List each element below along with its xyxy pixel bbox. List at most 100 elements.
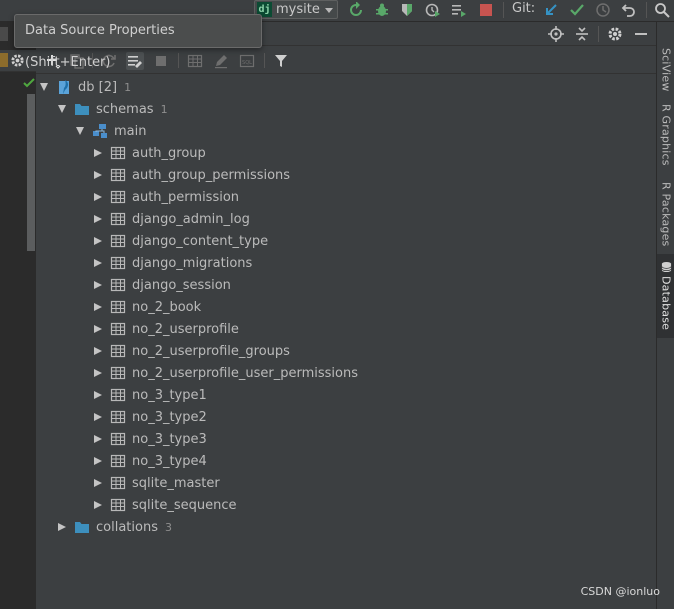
tooltip: Data Source Properties (Shift+Enter)	[14, 14, 262, 70]
tab-sciview[interactable]: SciView	[657, 44, 674, 96]
collapse-arrow-icon[interactable]	[94, 171, 102, 179]
collapse-arrow-icon[interactable]	[94, 347, 102, 355]
tree-node-table[interactable]: no_2_book	[94, 296, 201, 318]
collapse-arrow-icon[interactable]	[94, 479, 102, 487]
tree-node-table[interactable]: auth_group	[94, 142, 206, 164]
tree-node-table[interactable]: auth_group_permissions	[94, 164, 290, 186]
table-icon	[110, 212, 126, 226]
tree-node-table[interactable]: django_admin_log	[94, 208, 250, 230]
collapse-arrow-icon[interactable]	[94, 325, 102, 333]
table-icon	[110, 366, 126, 380]
tab-database[interactable]: Database	[657, 254, 674, 338]
collapse-arrow-icon[interactable]	[94, 369, 102, 377]
tree-node-table[interactable]: no_3_type3	[94, 428, 207, 450]
tree-node-table[interactable]: no_2_userprofile	[94, 318, 239, 340]
search-icon[interactable]	[654, 2, 670, 18]
data-source-properties-icon[interactable]	[126, 52, 144, 70]
rerun-icon[interactable]	[348, 2, 364, 18]
collapse-arrow-icon[interactable]	[94, 193, 102, 201]
collapse-arrow-icon[interactable]	[94, 391, 102, 399]
tree-node-label: no_2_book	[132, 299, 202, 315]
tree-node-table[interactable]: no_2_userprofile_user_permissions	[94, 362, 358, 384]
edit-icon[interactable]	[212, 52, 230, 70]
stop-icon[interactable]	[478, 2, 494, 18]
database-toolbar: SQL	[36, 48, 656, 74]
tree-node-table[interactable]: no_3_type2	[94, 406, 207, 428]
filter-icon[interactable]	[272, 52, 290, 70]
git-update-icon[interactable]	[543, 2, 559, 18]
collapse-arrow-icon[interactable]	[94, 281, 102, 289]
hide-panel-icon[interactable]	[633, 26, 649, 42]
editor-scrollbar[interactable]	[27, 94, 35, 251]
tree-node-main-schema[interactable]: main	[76, 120, 146, 142]
database-tree: db [2] 1 schemas 1 main auth_group auth_g…	[36, 75, 656, 609]
sql-console-icon[interactable]: SQL	[238, 52, 256, 70]
tree-node-table[interactable]: sqlite_master	[94, 472, 220, 494]
toolbar-separator	[264, 53, 265, 68]
tree-node-table[interactable]: no_3_type4	[94, 450, 207, 472]
tree-node-db[interactable]: db [2] 1	[40, 76, 131, 98]
locate-icon[interactable]	[548, 26, 564, 42]
tab-label: SciView	[659, 48, 673, 92]
expand-arrow-icon[interactable]	[76, 127, 84, 135]
git-commit-icon[interactable]	[569, 2, 585, 18]
tree-node-table[interactable]: sqlite_sequence	[94, 494, 237, 516]
debug-icon[interactable]	[374, 2, 390, 18]
collapse-arrow-icon[interactable]	[94, 435, 102, 443]
stop-query-icon[interactable]	[152, 52, 170, 70]
table-icon	[110, 322, 126, 336]
collapse-arrow-icon[interactable]	[94, 413, 102, 421]
gear-icon[interactable]	[10, 53, 25, 68]
chevron-down-icon	[325, 8, 333, 13]
left-panel-fragment	[0, 53, 8, 67]
collapse-all-icon[interactable]	[574, 26, 590, 42]
run-configuration-label: mysite	[276, 2, 320, 17]
tree-node-count: 1	[124, 80, 132, 94]
tree-node-table[interactable]: django_migrations	[94, 252, 252, 274]
git-history-icon[interactable]	[595, 2, 611, 18]
tab-label: R Graphics	[659, 104, 673, 166]
tree-node-collations[interactable]: collations 3	[58, 516, 172, 538]
tab-r-graphics[interactable]: R Graphics	[657, 102, 674, 168]
expand-arrow-icon[interactable]	[58, 105, 66, 113]
table-icon	[110, 410, 126, 424]
rollback-icon[interactable]	[621, 2, 637, 18]
settings-gear-icon[interactable]	[607, 26, 623, 42]
profile-icon[interactable]	[425, 2, 441, 18]
editor-tab-fragment	[0, 27, 8, 41]
tree-node-table[interactable]: no_3_type1	[94, 384, 207, 406]
collapse-arrow-icon[interactable]	[94, 237, 102, 245]
collapse-arrow-icon[interactable]	[58, 523, 66, 531]
table-editor-icon[interactable]	[186, 52, 204, 70]
tab-r-packages[interactable]: R Packages	[657, 178, 674, 250]
collapse-arrow-icon[interactable]	[94, 215, 102, 223]
watermark: CSDN @ionluo	[580, 585, 660, 598]
tree-node-table[interactable]: auth_permission	[94, 186, 239, 208]
table-icon	[110, 432, 126, 446]
tree-node-table[interactable]: django_content_type	[94, 230, 268, 252]
tree-node-label: django_session	[132, 277, 231, 293]
table-icon	[110, 168, 126, 182]
collapse-arrow-icon[interactable]	[94, 501, 102, 509]
tree-node-label: no_2_userprofile_groups	[132, 343, 290, 359]
database-icon	[661, 262, 671, 273]
tree-node-schemas[interactable]: schemas 1	[58, 98, 168, 120]
collapse-arrow-icon[interactable]	[94, 149, 102, 157]
collapse-arrow-icon[interactable]	[94, 457, 102, 465]
run-configuration-selector[interactable]: dj mysite	[254, 0, 338, 19]
coverage-icon[interactable]	[399, 2, 415, 18]
toolbar-separator	[178, 53, 179, 68]
tree-node-table[interactable]: django_session	[94, 274, 231, 296]
collapse-arrow-icon[interactable]	[94, 303, 102, 311]
tree-node-label: no_2_userprofile_user_permissions	[132, 365, 359, 381]
toolbar-separator	[503, 2, 504, 18]
tab-label: R Packages	[659, 181, 673, 247]
tree-node-table[interactable]: no_2_userprofile_groups	[94, 340, 290, 362]
tree-node-label: no_3_type1	[132, 387, 207, 403]
table-icon	[110, 476, 126, 490]
run-tasks-icon[interactable]	[451, 2, 467, 18]
tab-label: Database	[659, 276, 673, 331]
table-icon	[110, 300, 126, 314]
expand-arrow-icon[interactable]	[40, 83, 48, 91]
collapse-arrow-icon[interactable]	[94, 259, 102, 267]
